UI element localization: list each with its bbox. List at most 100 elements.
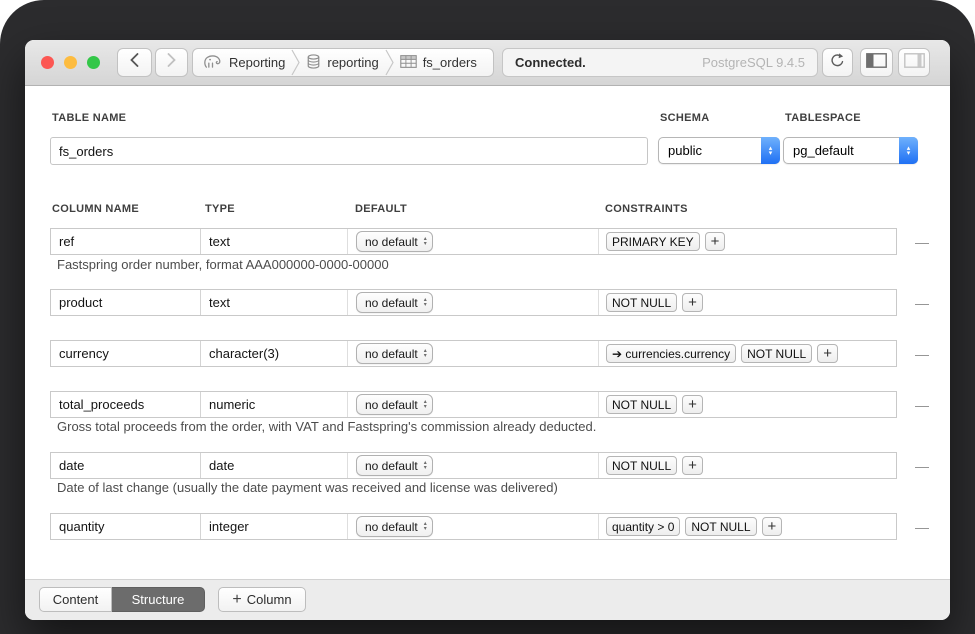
table-row: date date no default ▴▾ NOT NULL + (50, 452, 897, 479)
stepper-icon: ▴▾ (424, 237, 427, 247)
back-button[interactable] (117, 48, 152, 77)
stepper-icon: ▴▾ (424, 522, 427, 532)
column-comment: Date of last change (usually the date pa… (57, 480, 558, 495)
constraint-badge[interactable]: NOT NULL (606, 456, 677, 475)
constraints-cell: PRIMARY KEY + (598, 229, 896, 254)
tab-content[interactable]: Content (39, 587, 112, 612)
header-constraints: CONSTRAINTS (605, 203, 688, 215)
column-type-cell[interactable]: text (201, 229, 348, 254)
schema-select[interactable]: public ▴▾ (658, 137, 780, 164)
default-select[interactable]: no default ▴▾ (356, 455, 433, 476)
breadcrumb-label: Reporting (229, 55, 285, 70)
close-window-button[interactable] (41, 56, 54, 69)
view-segmented-control: Content Structure (39, 587, 205, 612)
add-constraint-button[interactable]: + (682, 293, 703, 312)
default-cell: no default ▴▾ (348, 229, 598, 254)
default-select[interactable]: no default ▴▾ (356, 231, 433, 252)
default-select[interactable]: no default ▴▾ (356, 394, 433, 415)
table-row: quantity integer no default ▴▾ quantity … (50, 513, 897, 540)
tab-structure[interactable]: Structure (112, 587, 205, 612)
table-row: ref text no default ▴▾ PRIMARY KEY + (50, 228, 897, 255)
header-default: DEFAULT (355, 203, 407, 215)
default-select[interactable]: no default ▴▾ (356, 516, 433, 537)
tablespace-select[interactable]: pg_default ▴▾ (783, 137, 918, 164)
tablespace-value: pg_default (784, 138, 899, 163)
constraints-cell: NOT NULL + (598, 453, 896, 478)
column-type-cell[interactable]: numeric (201, 392, 348, 417)
add-column-label: Column (247, 592, 292, 607)
add-constraint-button[interactable]: + (762, 517, 783, 536)
right-sidebar-icon (904, 53, 925, 73)
database-icon (306, 54, 321, 72)
toggle-right-sidebar-button[interactable] (898, 48, 930, 77)
remove-column-button[interactable]: — (913, 456, 931, 476)
remove-column-button[interactable]: — (913, 232, 931, 252)
constraint-badge[interactable]: NOT NULL (741, 344, 812, 363)
remove-column-button[interactable]: — (913, 517, 931, 537)
column-name-cell[interactable]: quantity (51, 514, 201, 539)
breadcrumb-separator-icon (385, 49, 394, 76)
add-constraint-button[interactable]: + (817, 344, 838, 363)
breadcrumb-label: fs_orders (423, 55, 477, 70)
default-select[interactable]: no default ▴▾ (356, 343, 433, 364)
breadcrumb-item-table[interactable]: fs_orders (400, 55, 477, 71)
remove-column-button[interactable]: — (913, 344, 931, 364)
plus-icon: + (232, 592, 241, 608)
stepper-icon: ▴▾ (424, 298, 427, 308)
constraint-badge[interactable]: NOT NULL (685, 517, 756, 536)
column-type-cell[interactable]: integer (201, 514, 348, 539)
table-icon (400, 55, 417, 71)
toolbar: Reporting reporting (25, 40, 950, 86)
elephant-icon (202, 53, 223, 72)
add-constraint-button[interactable]: + (705, 232, 726, 251)
check-constraint-badge[interactable]: quantity > 0 (606, 517, 680, 536)
breadcrumb-item-database[interactable]: reporting (306, 54, 378, 72)
breadcrumb-separator-icon (291, 49, 300, 76)
footer-bar: Content Structure + Column (25, 579, 950, 620)
column-name-cell[interactable]: date (51, 453, 201, 478)
column-name-cell[interactable]: currency (51, 341, 201, 366)
toggle-left-sidebar-button[interactable] (860, 48, 893, 77)
add-constraint-button[interactable]: + (682, 395, 703, 414)
column-name-cell[interactable]: product (51, 290, 201, 315)
schema-label: SCHEMA (660, 112, 709, 124)
column-type-cell[interactable]: character(3) (201, 341, 348, 366)
forward-button[interactable] (155, 48, 188, 77)
default-cell: no default ▴▾ (348, 290, 598, 315)
table-name-label: TABLE NAME (52, 112, 126, 124)
foreign-key-badge[interactable]: ➔ currencies.currency (606, 344, 736, 363)
column-comment: Fastspring order number, format AAA00000… (57, 257, 389, 272)
column-type-cell[interactable]: text (201, 290, 348, 315)
table-name-input[interactable] (50, 137, 648, 165)
stepper-icon: ▴▾ (424, 400, 427, 410)
breadcrumb-item-favorite[interactable]: Reporting (202, 53, 285, 72)
table-row: total_proceeds numeric no default ▴▾ NOT… (50, 391, 897, 418)
constraint-badge[interactable]: NOT NULL (606, 395, 677, 414)
add-column-button[interactable]: + Column (218, 587, 306, 612)
column-type-cell[interactable]: date (201, 453, 348, 478)
add-constraint-button[interactable]: + (682, 456, 703, 475)
stepper-icon: ▴▾ (424, 349, 427, 359)
back-icon (130, 53, 139, 72)
zoom-window-button[interactable] (87, 56, 100, 69)
remove-column-button[interactable]: — (913, 395, 931, 415)
tablespace-label: TABLESPACE (785, 112, 861, 124)
header-column-name: COLUMN NAME (52, 203, 139, 215)
refresh-button[interactable] (822, 48, 853, 77)
refresh-icon (829, 52, 846, 74)
constraint-badge[interactable]: PRIMARY KEY (606, 232, 700, 251)
default-select[interactable]: no default ▴▾ (356, 292, 433, 313)
column-name-cell[interactable]: total_proceeds (51, 392, 201, 417)
breadcrumb-label: reporting (327, 55, 378, 70)
column-comment: Gross total proceeds from the order, wit… (57, 419, 596, 434)
connection-status: Connected. PostgreSQL 9.4.5 (502, 48, 818, 77)
default-cell: no default ▴▾ (348, 453, 598, 478)
forward-icon (167, 53, 176, 72)
constraint-badge[interactable]: NOT NULL (606, 293, 677, 312)
column-name-cell[interactable]: ref (51, 229, 201, 254)
remove-column-button[interactable]: — (913, 293, 931, 313)
minimize-window-button[interactable] (64, 56, 77, 69)
constraints-cell: ➔ currencies.currency NOT NULL + (598, 341, 896, 366)
table-row: currency character(3) no default ▴▾ ➔ cu… (50, 340, 897, 367)
table-row: product text no default ▴▾ NOT NULL + (50, 289, 897, 316)
